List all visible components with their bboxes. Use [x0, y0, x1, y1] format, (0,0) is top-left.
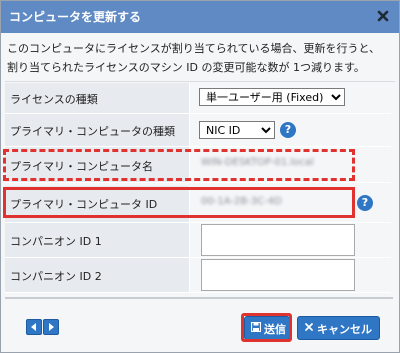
close-icon	[304, 322, 314, 335]
name-row-highlight	[3, 149, 355, 181]
dialog-title: コンピュータを更新する	[9, 10, 142, 24]
send-button-highlight	[241, 313, 292, 342]
companion-id-1-input[interactable]	[201, 224, 355, 256]
primary-computer-type-label: プライマリ・コンピュータの種類	[10, 125, 175, 138]
update-computer-dialog: コンピュータを更新する このコンピュータにライセンスが割り当てられている場合、更…	[0, 0, 400, 353]
arrow-right-icon	[49, 323, 54, 331]
arrow-left-icon	[31, 323, 36, 331]
license-type-select[interactable]: 単一ユーザー用 (Fixed)	[199, 88, 345, 106]
companion-id-2-label: コンパニオン ID 2	[10, 270, 102, 283]
description-divider	[5, 81, 395, 82]
companion-id-2-input[interactable]	[201, 259, 355, 291]
description-line-1: このコンピュータにライセンスが割り当てられている場合、更新を行うと、	[7, 42, 381, 55]
primary-computer-type-select[interactable]: NIC ID	[199, 121, 275, 139]
primary-computer-type-row: プライマリ・コンピュータの種類 NIC ID ?	[5, 114, 391, 147]
license-type-row: ライセンスの種類 単一ユーザー用 (Fixed)	[5, 83, 391, 114]
cancel-button[interactable]: キャンセル	[297, 316, 380, 340]
help-icon[interactable]: ?	[357, 195, 373, 211]
footer-divider	[5, 297, 393, 299]
companion-id-2-row: コンパニオン ID 2	[5, 258, 391, 293]
description-line-2: 割り当てられたライセンスのマシン ID の変更可能な数が 1つ減ります。	[7, 61, 365, 74]
license-type-label: ライセンスの種類	[10, 93, 98, 106]
id-row-highlight	[3, 187, 355, 218]
help-icon[interactable]: ?	[280, 122, 296, 138]
dialog-titlebar: コンピュータを更新する	[1, 1, 399, 33]
cancel-button-label: キャンセル	[317, 323, 372, 336]
prev-page-button[interactable]	[26, 319, 42, 335]
companion-id-1-row: コンパニオン ID 1	[5, 223, 391, 258]
companion-id-1-label: コンパニオン ID 1	[10, 235, 102, 248]
next-page-button[interactable]	[43, 319, 59, 335]
dialog-description: このコンピュータにライセンスが割り当てられている場合、更新を行うと、 割り当てら…	[7, 39, 393, 77]
close-icon[interactable]	[375, 8, 391, 24]
